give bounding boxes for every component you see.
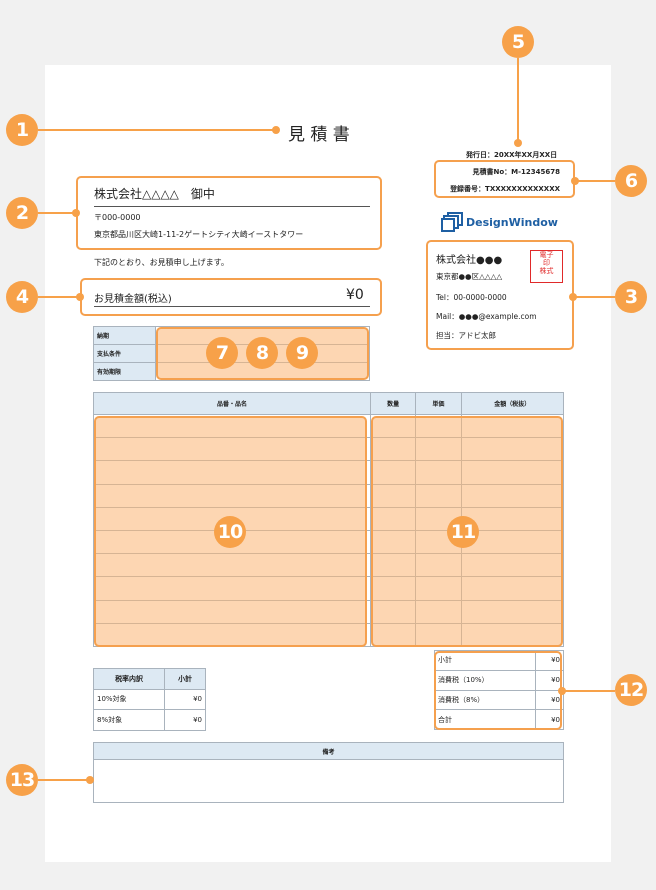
callout-2: 2: [6, 197, 38, 229]
notes-table: 備考: [93, 742, 564, 803]
totals-highlight: [434, 651, 562, 730]
recipient-address: 東京都品川区大崎1-11-2ゲートシティ大崎イーストタワー: [94, 230, 304, 239]
divider: [94, 206, 370, 207]
intro-text: 下記のとおり、お見積申し上げます。: [94, 258, 229, 267]
callout-line: [517, 58, 519, 142]
callout-dot: [571, 177, 579, 185]
term-label: 納期: [93, 326, 156, 345]
issuer-company: 株式会社●●●: [436, 255, 503, 266]
document-title: 見 積 書: [288, 125, 350, 145]
callout-dot: [272, 126, 280, 134]
callout-8: 8: [246, 337, 278, 369]
callout-dot: [76, 293, 84, 301]
logo-text: DesignWindow: [466, 216, 558, 229]
callout-dot: [86, 776, 94, 784]
tax-breakdown-table: 税率内訳 小計 10%対象 ¥0 8%対象 ¥0: [92, 668, 206, 731]
tax-row-label: 8%対象: [92, 709, 166, 731]
issuer-address: 東京都●●区△△△△: [436, 272, 503, 281]
issuer-staff: 担当：アドビ太郎: [436, 331, 496, 340]
callout-9: 9: [286, 337, 318, 369]
callout-line: [38, 212, 76, 214]
callout-line: [38, 129, 276, 131]
notes-label: 備考: [93, 742, 564, 760]
issuer-tel: Tel：00-0000-0000: [436, 293, 507, 302]
registration-number: 登録番号：TXXXXXXXXXXXXX: [450, 185, 560, 193]
tax-header: 小計: [164, 668, 206, 690]
callout-12: 12: [615, 674, 647, 706]
callout-dot: [514, 139, 522, 147]
col-price: 単価: [415, 392, 462, 415]
callout-line: [575, 180, 615, 182]
notes-field[interactable]: [93, 759, 564, 803]
amount-value: ¥0: [346, 287, 364, 303]
issuer-mail: Mail：●●●@example.com: [436, 312, 537, 321]
tax-row-label: 10%対象: [92, 688, 166, 711]
amount-label: お見積金額(税込): [94, 294, 172, 305]
recipient-postal: 〒000-0000: [94, 213, 141, 222]
callout-line: [562, 690, 615, 692]
designwindow-logo-icon: [441, 212, 463, 232]
callout-5: 5: [502, 26, 534, 58]
issue-date: 発行日：20XX年XX月XX日: [466, 151, 558, 159]
callout-11: 11: [447, 516, 479, 548]
callout-dot: [72, 209, 80, 217]
col-name: 品番・品名: [93, 392, 371, 415]
col-qty: 数量: [369, 392, 417, 415]
callout-line: [38, 296, 80, 298]
term-label: 有効期限: [93, 362, 156, 381]
callout-3: 3: [615, 281, 647, 313]
callout-dot: [569, 293, 577, 301]
recipient-name: 株式会社△△△△ 御中: [94, 187, 215, 201]
divider: [94, 306, 370, 307]
callout-6: 6: [615, 165, 647, 197]
callout-13: 13: [6, 764, 38, 796]
callout-7: 7: [206, 337, 238, 369]
callout-1: 1: [6, 114, 38, 146]
company-seal-stamp: 電子印株式: [530, 250, 563, 283]
col-amount: 金額（税抜）: [460, 392, 565, 415]
callout-10: 10: [214, 516, 246, 548]
quote-number: 見積書No：M-12345678: [472, 168, 560, 176]
tax-header: 税率内訳: [92, 668, 166, 690]
callout-line: [38, 779, 93, 781]
tax-row-value: ¥0: [164, 709, 206, 731]
tax-row-value: ¥0: [164, 688, 206, 711]
term-label: 支払条件: [93, 344, 156, 363]
callout-dot: [558, 687, 566, 695]
callout-line: [573, 296, 615, 298]
callout-4: 4: [6, 281, 38, 313]
